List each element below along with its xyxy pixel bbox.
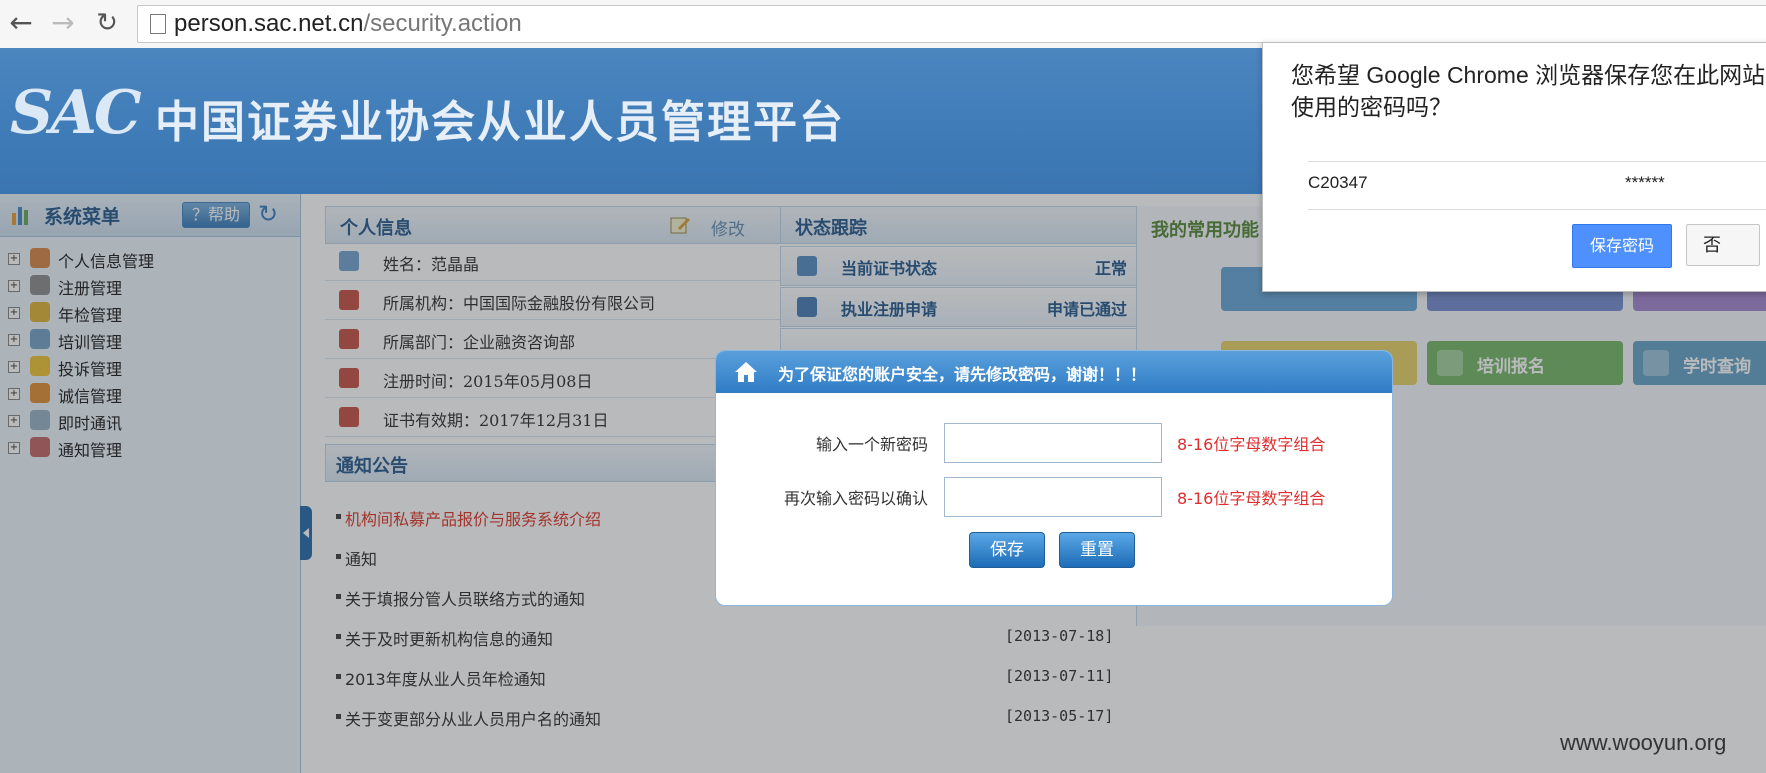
- url-host: person.sac.net.cn: [174, 10, 364, 37]
- divider: [1308, 209, 1766, 210]
- new-password-hint: 8-16位字母数字组合: [1177, 435, 1326, 454]
- confirm-password-hint: 8-16位字母数字组合: [1177, 489, 1326, 508]
- save-password-button[interactable]: 保存密码: [1572, 224, 1672, 268]
- new-password-input[interactable]: [944, 423, 1162, 463]
- dialog-title: 为了保证您的账户安全，请先修改密码，谢谢！！！: [778, 365, 1147, 384]
- saved-password-mask: ******: [1625, 173, 1665, 192]
- save-password-bubble: 您希望 Google Chrome 浏览器保存您在此网站使用的密码吗？ C203…: [1262, 42, 1766, 292]
- save-button[interactable]: 保存: [969, 532, 1045, 568]
- url-path: /security.action: [363, 10, 522, 37]
- confirm-password-label: 再次输入密码以确认: [783, 489, 928, 508]
- site-title: 中国证券业协会从业人员管理平台: [155, 97, 845, 148]
- forward-arrow-icon[interactable]: →: [48, 8, 78, 38]
- address-bar[interactable]: person.sac.net.cn/security.action: [137, 5, 1766, 43]
- saved-username: C20347: [1308, 173, 1368, 192]
- sac-logo: SAC: [10, 78, 142, 148]
- new-password-label: 输入一个新密码: [815, 435, 928, 454]
- confirm-password-input[interactable]: [944, 477, 1162, 517]
- page-icon: [150, 14, 166, 34]
- change-password-dialog: 为了保证您的账户安全，请先修改密码，谢谢！！！ 输入一个新密码 8-16位字母数…: [715, 350, 1393, 606]
- dialog-header: 为了保证您的账户安全，请先修改密码，谢谢！！！: [716, 351, 1392, 393]
- reset-button[interactable]: 重置: [1059, 532, 1135, 568]
- home-icon: [735, 362, 757, 382]
- url-text: person.sac.net.cn/security.action: [174, 10, 522, 38]
- reload-icon[interactable]: ↻: [92, 8, 122, 38]
- save-password-message: 您希望 Google Chrome 浏览器保存您在此网站使用的密码吗？: [1291, 62, 1766, 120]
- divider: [1308, 161, 1766, 162]
- watermark: www.wooyun.org: [1560, 730, 1727, 755]
- decline-save-button[interactable]: 否: [1686, 224, 1760, 266]
- back-arrow-icon[interactable]: ←: [6, 8, 36, 38]
